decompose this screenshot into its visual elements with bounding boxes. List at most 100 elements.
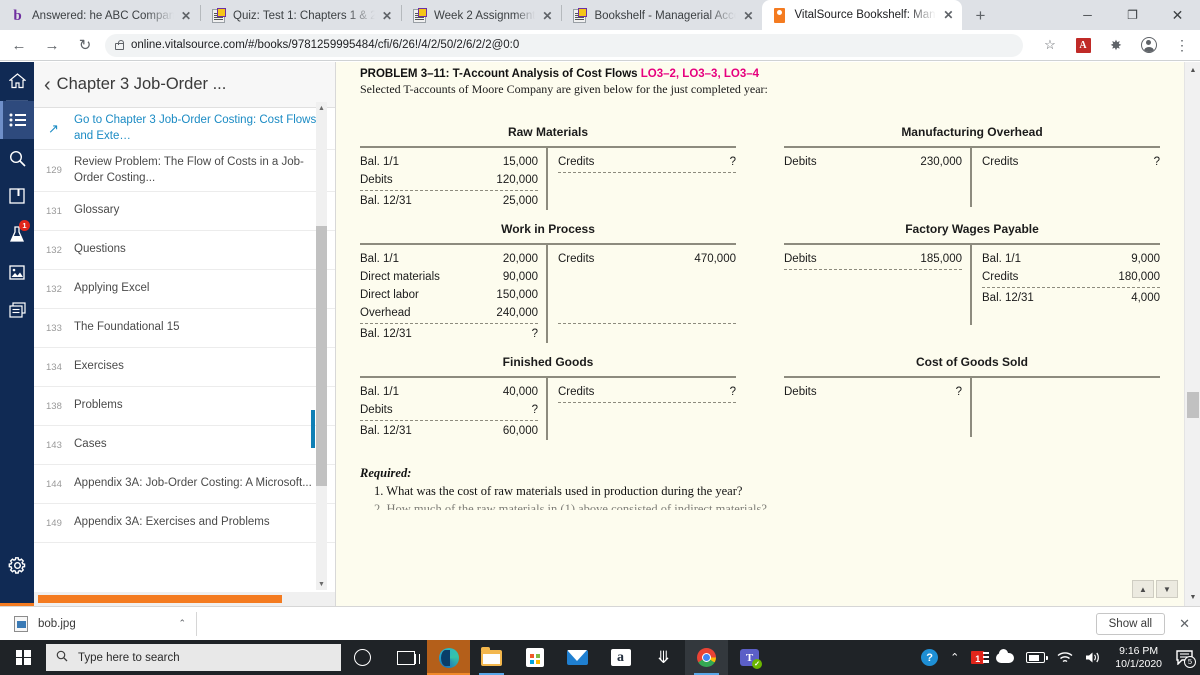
volume-icon[interactable] (1079, 640, 1107, 675)
toc-item-cases[interactable]: 143 Cases (34, 426, 335, 466)
home-icon[interactable] (0, 62, 34, 100)
close-downloads-bar-icon[interactable]: ✕ (1179, 616, 1190, 632)
reload-icon[interactable]: ↻ (71, 31, 99, 59)
cortana-circle-icon[interactable] (341, 640, 384, 675)
page-scroll-up-arrow[interactable]: ▲ (1185, 62, 1200, 79)
row-label: Bal. 1/1 (360, 253, 399, 265)
download-item[interactable]: bob.jpg ⌃ (10, 611, 190, 637)
amazon-icon[interactable]: a (599, 640, 642, 675)
minimize-button[interactable]: ─ (1065, 0, 1110, 30)
amazon-letter: a (610, 649, 631, 666)
tab-close-icon[interactable]: ✕ (178, 8, 194, 24)
lightning-app-icon[interactable]: ⤋ (642, 640, 685, 675)
toc-item-appendix-3a-exercises[interactable]: 149 Appendix 3A: Exercises and Problems (34, 504, 335, 544)
page-down-button[interactable]: ▼ (1156, 580, 1178, 598)
table-of-contents-icon[interactable] (0, 101, 34, 139)
toc-item-list[interactable]: ↗ Go to Chapter 3 Job-Order Costing: Cos… (34, 108, 335, 592)
taskbar-search-input[interactable]: Type here to search (46, 644, 341, 671)
maximize-button[interactable]: ❐ (1110, 0, 1155, 30)
row-label: Bal. 12/31 (360, 425, 412, 437)
gear-icon[interactable] (0, 546, 34, 584)
document-icon (412, 8, 427, 24)
toc-item-label: Cases (74, 438, 107, 451)
tab-close-icon[interactable]: ✕ (740, 8, 756, 24)
toc-back-icon[interactable]: ‹ (44, 75, 51, 95)
pdf-extension-icon[interactable]: A (1069, 31, 1097, 59)
show-all-downloads-button[interactable]: Show all (1095, 612, 1166, 635)
row-label: Credits (558, 386, 595, 398)
flask-icon[interactable]: 1 (0, 215, 34, 253)
t-account-row: Bal. 1/1 40,000 (360, 383, 538, 401)
browser-menu-icon[interactable]: ⋮ (1168, 31, 1196, 59)
flashcards-icon[interactable] (0, 291, 34, 329)
file-explorer-icon[interactable] (470, 640, 513, 675)
browser-tab-3[interactable]: Bookshelf - Managerial Accoun ✕ (562, 2, 762, 30)
toc-vertical-scrollbar[interactable] (316, 114, 327, 578)
back-icon[interactable]: ← (5, 31, 33, 59)
page-navigation-controls: ▲ ▼ (1132, 580, 1178, 598)
mail-icon[interactable] (556, 640, 599, 675)
tab-close-icon[interactable]: ✕ (379, 8, 395, 24)
new-tab-button[interactable]: + (966, 2, 994, 30)
forward-icon[interactable]: → (38, 31, 66, 59)
toc-horizontal-scrollbar[interactable] (34, 592, 335, 606)
onenote-tray-icon[interactable]: 1 (965, 640, 990, 675)
browser-tab-2[interactable]: Week 2 Assignment ✕ (402, 2, 561, 30)
chevron-up-icon[interactable]: ⌃ (178, 618, 186, 629)
microsoft-edge-icon[interactable] (427, 640, 470, 675)
help-support-icon[interactable]: ? (915, 640, 944, 675)
search-icon[interactable] (0, 139, 34, 177)
address-bar[interactable]: online.vitalsource.com/#/books/978125999… (105, 33, 1023, 57)
toc-item-appendix-3a-microsoft[interactable]: 144 Appendix 3A: Job-Order Costing: A Mi… (34, 465, 335, 505)
t-account-factory-wages-payable: Factory Wages Payable Debits 185,000 Bal.… (784, 222, 1160, 343)
page-scroll-down-arrow[interactable]: ▼ (1185, 589, 1200, 606)
toc-item-review-problem[interactable]: 129 Review Problem: The Flow of Costs in… (34, 150, 335, 193)
toc-scroll-down-button[interactable]: ▼ (316, 578, 327, 590)
document-icon (572, 8, 588, 24)
google-chrome-icon[interactable] (685, 640, 728, 675)
t-account-row: Overhead 240,000 (360, 304, 538, 322)
microsoft-store-icon[interactable] (513, 640, 556, 675)
toc-page-number: 138 (46, 400, 62, 412)
microsoft-teams-icon[interactable]: T ✓ (728, 640, 771, 675)
page-up-button[interactable]: ▲ (1132, 580, 1154, 598)
extensions-icon[interactable]: ✸ (1102, 31, 1130, 59)
notification-center-icon[interactable]: 5 (1170, 640, 1200, 675)
browser-tab-4-active[interactable]: VitalSource Bookshelf: Manage ✕ (762, 0, 963, 30)
wifi-icon[interactable] (1051, 640, 1079, 675)
t-account-credit-side: Bal. 1/1 9,000 Credits 180,000 Bal. 12/31 4… (972, 245, 1160, 325)
image-icon[interactable] (0, 253, 34, 291)
tab-close-icon[interactable]: ✕ (940, 7, 956, 23)
battery-icon[interactable] (1020, 640, 1051, 675)
show-hidden-icons-chevron[interactable]: ⌃ (944, 640, 965, 675)
t-account-row: Credits? (982, 153, 1160, 171)
notebook-icon[interactable] (0, 177, 34, 215)
task-view-icon[interactable] (384, 640, 427, 675)
t-account-title: Cost of Goods Sold (916, 355, 1028, 369)
toc-item-applying-excel[interactable]: 132 Applying Excel (34, 270, 335, 310)
browser-tab-1[interactable]: Quiz: Test 1: Chapters 1 & 2 ✕ (201, 2, 401, 30)
toc-item-foundational-15[interactable]: 133 The Foundational 15 (34, 309, 335, 349)
vitalsource-icon (772, 7, 787, 23)
toc-scrollbar-thumb[interactable] (316, 226, 327, 486)
toc-scroll-up-button[interactable]: ▲ (316, 102, 327, 114)
page-scrollbar-thumb[interactable] (1187, 392, 1199, 418)
row-label: Bal. 12/31 (360, 195, 412, 207)
bookmark-star-icon[interactable]: ☆ (1036, 31, 1064, 59)
toc-goto-chapter-link[interactable]: ↗ Go to Chapter 3 Job-Order Costing: Cos… (34, 108, 335, 151)
toc-item-problems[interactable]: 138 Problems (34, 387, 335, 427)
taskbar-clock[interactable]: 9:16 PM 10/1/2020 (1107, 645, 1170, 671)
toc-item-glossary[interactable]: 131 Glossary (34, 192, 335, 232)
start-button[interactable] (0, 640, 46, 675)
toc-item-questions[interactable]: 132 Questions (34, 231, 335, 271)
page-vertical-scrollbar[interactable]: ▲ ▼ (1184, 62, 1200, 606)
profile-avatar-icon[interactable] (1135, 31, 1163, 59)
browser-tab-0[interactable]: b Answered: he ABC Company is ✕ (0, 2, 200, 30)
tab-close-icon[interactable]: ✕ (539, 8, 555, 24)
row-amount: 470,000 (694, 253, 736, 265)
onedrive-icon[interactable] (990, 640, 1020, 675)
taskbar-search-placeholder: Type here to search (78, 651, 180, 664)
reading-progress-bar[interactable] (38, 595, 282, 603)
toc-item-exercises[interactable]: 134 Exercises (34, 348, 335, 388)
close-window-button[interactable]: ✕ (1155, 0, 1200, 30)
